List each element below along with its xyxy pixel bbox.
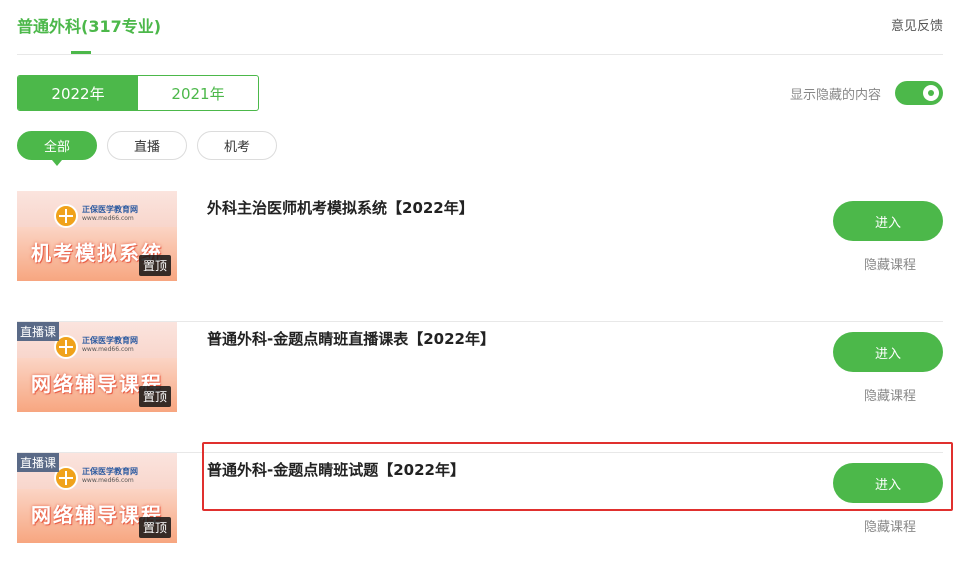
enter-button[interactable]: 进入 xyxy=(833,201,943,241)
filter-chip-live[interactable]: 直播 xyxy=(107,131,187,160)
pinned-badge: 置顶 xyxy=(138,255,171,276)
show-hidden-toggle[interactable] xyxy=(895,81,943,105)
course-row: 正保医学教育网 www.med66.com 机考模拟系统 置顶 外科主治医师机考… xyxy=(17,191,943,322)
tab-2021[interactable]: 2021年 xyxy=(138,76,258,110)
thumbnail-site-url: www.med66.com xyxy=(82,215,134,222)
course-row: 正保医学教育网 www.med66.com 网络辅导课程 直播课 置顶 普通外科… xyxy=(17,322,943,453)
course-thumbnail[interactable]: 正保医学教育网 www.med66.com 机考模拟系统 置顶 xyxy=(17,191,177,281)
thumbnail-site-name: 正保医学教育网 xyxy=(82,467,138,476)
course-thumbnail[interactable]: 正保医学教育网 www.med66.com 网络辅导课程 直播课 置顶 xyxy=(17,453,177,543)
enter-button[interactable]: 进入 xyxy=(833,332,943,372)
thumbnail-site-name: 正保医学教育网 xyxy=(82,336,138,345)
highlight-annotation-box xyxy=(202,442,953,511)
live-course-badge: 直播课 xyxy=(17,322,60,341)
course-title[interactable]: 普通外科-金题点睛班直播课表【2022年】 xyxy=(207,328,495,349)
page-title: 普通外科(317专业) xyxy=(17,17,162,36)
thumbnail-site-name: 正保医学教育网 xyxy=(82,205,138,214)
thumbnail-site-url: www.med66.com xyxy=(82,346,134,353)
toggle-knob xyxy=(923,85,939,101)
title-underline xyxy=(71,51,91,54)
pinned-badge: 置顶 xyxy=(138,517,171,538)
hide-course-link[interactable]: 隐藏课程 xyxy=(864,516,916,535)
year-tabs: 2022年 2021年 xyxy=(17,75,259,111)
page-header: 普通外科(317专业) 意见反馈 xyxy=(17,0,943,55)
course-title[interactable]: 外科主治医师机考模拟系统【2022年】 xyxy=(207,197,474,218)
pinned-badge: 置顶 xyxy=(138,386,171,407)
show-hidden-label: 显示隐藏的内容 xyxy=(789,88,881,103)
tab-2022[interactable]: 2022年 xyxy=(18,76,138,110)
hide-course-link[interactable]: 隐藏课程 xyxy=(864,385,916,404)
filter-chip-all[interactable]: 全部 xyxy=(17,131,97,160)
site-logo-icon xyxy=(54,204,78,228)
thumbnail-site-url: www.med66.com xyxy=(82,477,134,484)
live-course-badge: 直播课 xyxy=(17,453,60,472)
active-chip-pointer xyxy=(52,160,62,166)
hide-course-link[interactable]: 隐藏课程 xyxy=(864,254,916,273)
course-thumbnail[interactable]: 正保医学教育网 www.med66.com 网络辅导课程 直播课 置顶 xyxy=(17,322,177,412)
filter-chip-exam[interactable]: 机考 xyxy=(197,131,277,160)
feedback-link[interactable]: 意见反馈 xyxy=(891,15,943,34)
